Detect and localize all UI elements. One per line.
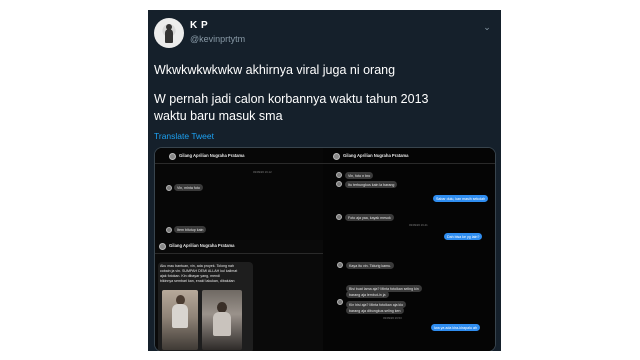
tweet-text-line: Wkwkwkwkwkw akhirnya viral juga ni orang <box>154 63 396 77</box>
chat-timestamp: 03/09/26 16.53 <box>383 316 402 320</box>
display-name[interactable]: K P <box>190 20 208 31</box>
contact-name: Gilang Aprilian Nugraha Pratama <box>343 153 409 158</box>
message-bubble: Foto aja yaa, kayak mesok <box>345 214 394 222</box>
caption-line: cobain ja vin. SUMPAH DEMI ALLAH kul kal… <box>160 269 238 273</box>
caption-line: ajak fotokan. Kin dibayar yang, mendi <box>160 274 220 278</box>
chat-screenshot-1: Gilang Aprilian Nugraha Pratama 03/09/26… <box>155 148 323 240</box>
tweet-media[interactable]: Gilang Aprilian Nugraha Pratama 03/09/26… <box>154 147 496 351</box>
tweet-text-line: waktu baru masuk sma <box>154 109 283 123</box>
photo-message: Aku mau bantuan, vin, ada proyek. Tolong… <box>158 262 253 351</box>
caption-line: bikinnya sembari kan, enak! lakukan, dib… <box>160 279 235 283</box>
message-bubble: Vin, foto n bro <box>345 172 374 180</box>
chat-header: Gilang Aprilian Nugraha Pratama <box>155 240 323 254</box>
contact-avatar <box>159 243 166 250</box>
chat-timestamp: 03/09/26 16.12 <box>253 170 272 174</box>
contact-avatar <box>169 153 176 160</box>
message-avatar <box>166 227 172 233</box>
chat-header: Gilang Aprilian Nugraha Pratama <box>323 150 495 164</box>
tweet-card: K P @kevinprtytm ⌄ Wkwkwkwkwkw akhirnya … <box>148 10 501 351</box>
photo-thumbnail <box>202 290 242 350</box>
message-bubble: Kaya itu vin. Tidurig kamu. <box>346 262 395 270</box>
avatar-figure <box>165 29 173 43</box>
contact-name: Gilang Aprilian Nugraha Pratama <box>179 153 245 158</box>
message-bubble: Iwa ya ada kira-kirapalu ah <box>431 324 480 332</box>
message-avatar <box>166 185 172 191</box>
caption-line: Aku mau bantuan, vin, ada proyek. Tolong… <box>160 264 235 268</box>
photo-thumbnail <box>162 290 198 350</box>
chat-screenshot-3: Gilang Aprilian Nugraha Pratama Aku mau … <box>155 240 323 351</box>
tweet-header: K P @kevinprtytm ⌄ <box>154 18 494 50</box>
photo-figure-body <box>213 312 231 336</box>
message-avatar <box>336 214 342 220</box>
chat-timestamp: 03/09/26 16.41 <box>409 223 428 227</box>
message-bubble: barang aja dibungkus seling ken <box>346 307 404 315</box>
message-avatar <box>337 299 343 305</box>
tweet-text: Wkwkwkwkwkw akhirnya viral juga ni orang… <box>154 62 494 125</box>
message-bubble: Item bitutup kain <box>174 226 207 234</box>
chat-header: Gilang Aprilian Nugraha Pratama <box>155 150 323 164</box>
chat-screenshot-4: Kaya itu vin. Tidurig kamu. Bisi buat la… <box>323 240 495 351</box>
message-avatar <box>336 181 342 187</box>
contact-name: Gilang Aprilian Nugraha Pratama <box>169 243 235 248</box>
tweet-text-line: W pernah jadi calon korbannya waktu tahu… <box>154 92 429 106</box>
message-avatar <box>336 172 342 178</box>
contact-avatar <box>333 153 340 160</box>
chevron-down-icon[interactable]: ⌄ <box>482 22 492 32</box>
message-avatar <box>337 262 343 268</box>
user-handle[interactable]: @kevinprtytm <box>190 34 245 44</box>
translate-tweet-link[interactable]: Translate Tweet <box>154 131 214 141</box>
photo-figure-body <box>172 304 188 328</box>
message-bubble: Vin, minta foto <box>174 184 203 192</box>
avatar[interactable] <box>154 18 184 48</box>
message-bubble: barang aja lembut-in ja <box>346 291 389 299</box>
chat-screenshot-2: Gilang Aprilian Nugraha Pratama Vin, fot… <box>323 148 495 241</box>
message-bubble: Sabar dulu, kan masih sekolah <box>433 195 489 203</box>
message-bubble: Itu terbungkus kain la barang <box>345 181 398 189</box>
